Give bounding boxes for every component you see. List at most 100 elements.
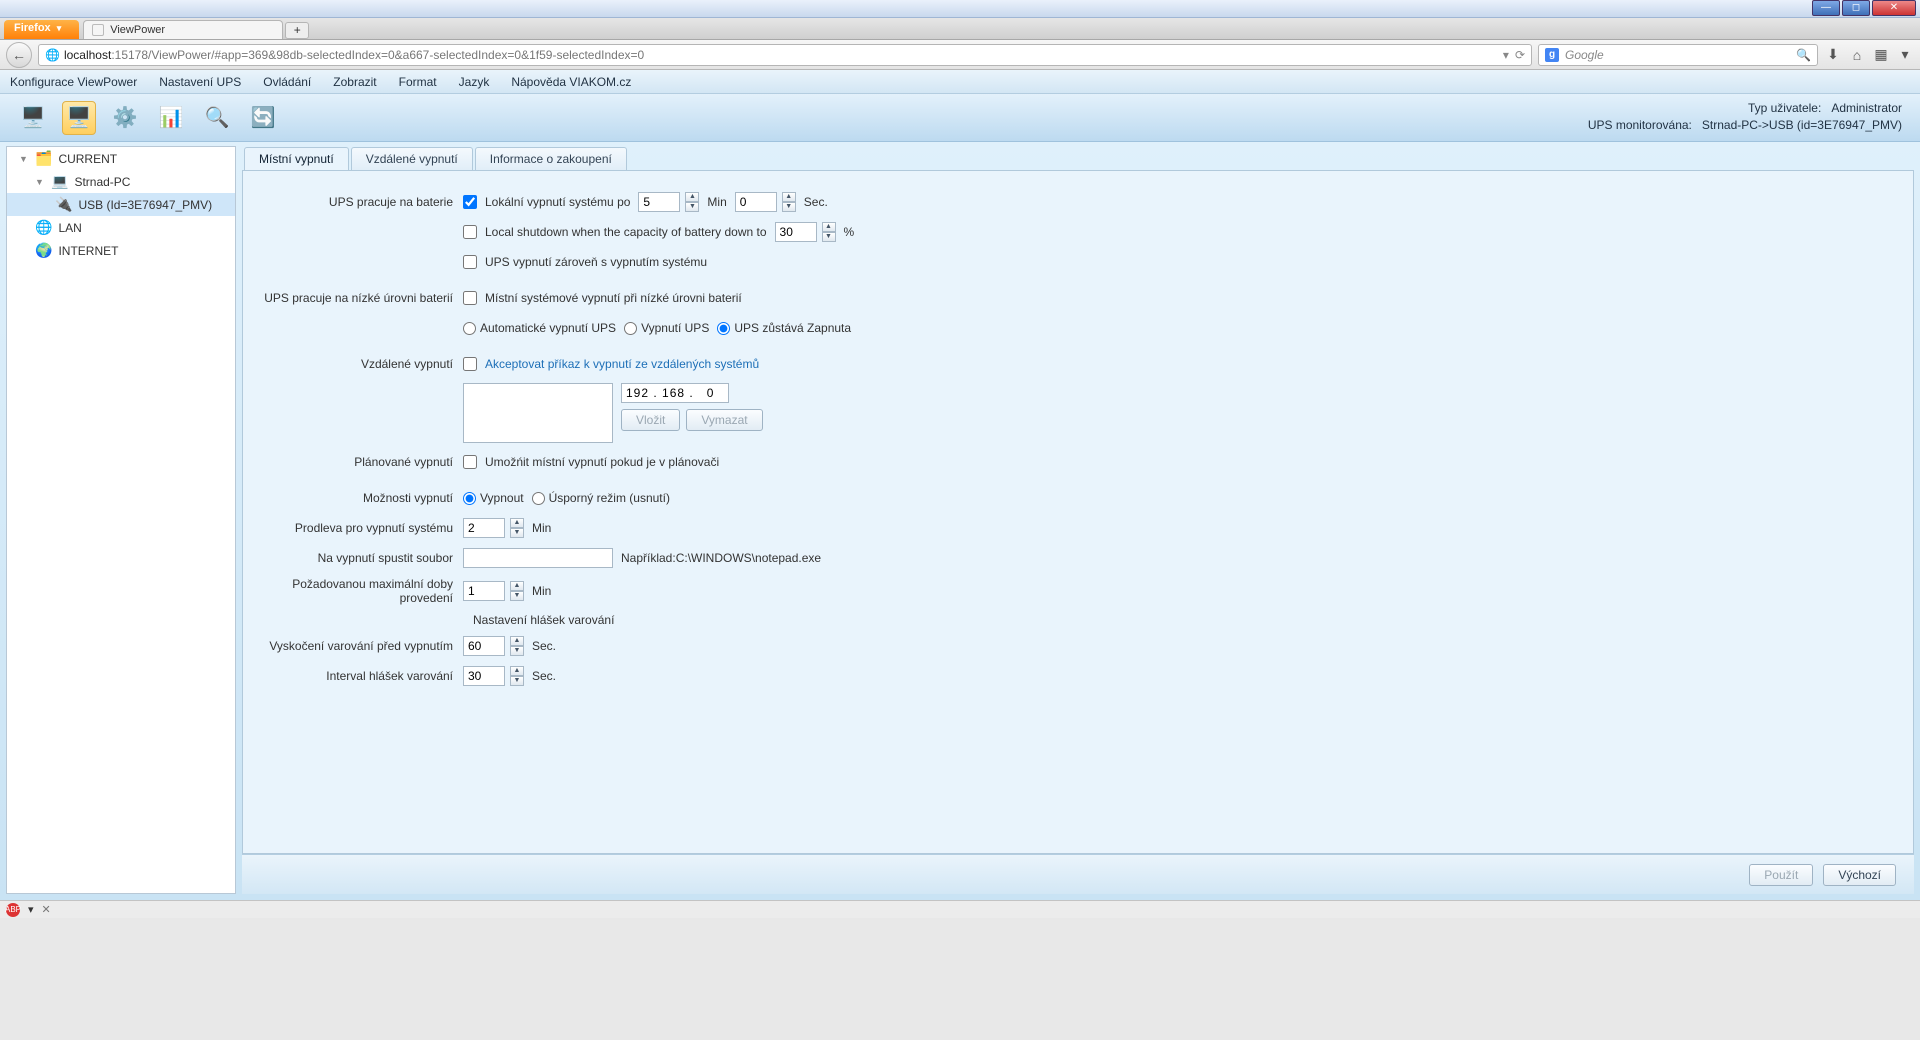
input-shutdown-sec[interactable] [735, 192, 777, 212]
tab-title: ViewPower [110, 24, 165, 36]
adblock-icon[interactable]: ABP [6, 903, 20, 917]
tab-local-shutdown[interactable]: Místní vypnutí [244, 147, 349, 170]
apply-button[interactable]: Použít [1749, 864, 1813, 886]
menu-language[interactable]: Jazyk [459, 75, 490, 89]
chk-ups-shutdown-with-system[interactable] [463, 255, 477, 269]
unit-min: Min [707, 195, 726, 209]
input-warn-interval[interactable] [463, 666, 505, 686]
toolbar-chart-icon[interactable]: 📊 [154, 101, 188, 135]
tree-device[interactable]: 🔌 USB (Id=3E76947_PMV) [7, 193, 235, 216]
spinner-min[interactable]: ▲▼ [685, 192, 699, 212]
toolbar-device-icon[interactable]: 🖥️ [62, 101, 96, 135]
toolbar-monitor-icon[interactable]: 🖥️ [16, 101, 50, 135]
spinner-warn-interval[interactable]: ▲▼ [510, 666, 524, 686]
tree-internet[interactable]: 🌍 INTERNET [7, 239, 235, 262]
window-minimize-button[interactable]: — [1812, 0, 1840, 16]
folder-icon: 🗂️ [35, 150, 52, 167]
new-tab-button[interactable]: + [285, 22, 309, 39]
firefox-menu-button[interactable]: Firefox [4, 20, 79, 39]
input-exec-path[interactable] [463, 548, 613, 568]
menu-ups-settings[interactable]: Nastavení UPS [159, 75, 241, 89]
spinner-capacity[interactable]: ▲▼ [822, 222, 836, 242]
radio-ups-off[interactable]: Vypnutí UPS [624, 321, 709, 335]
user-type-value: Administrator [1831, 101, 1902, 115]
input-shutdown-delay[interactable] [463, 518, 505, 538]
chk-planned-shutdown[interactable] [463, 455, 477, 469]
btn-insert-ip[interactable]: Vložit [621, 409, 680, 431]
statusbar-close-icon[interactable]: ✕ [42, 903, 51, 916]
label-remote-shutdown: Vzdálené vypnutí [263, 357, 463, 371]
btn-delete-ip[interactable]: Vymazat [686, 409, 762, 431]
tree-lan[interactable]: 🌐 LAN [7, 216, 235, 239]
tree-root[interactable]: ▼ 🗂️ CURRENT [7, 147, 235, 170]
toolbar-refresh-icon[interactable]: 🔄 [246, 101, 280, 135]
menu-config[interactable]: Konfigurace ViewPower [10, 75, 137, 89]
default-button[interactable]: Výchozí [1823, 864, 1896, 886]
browser-tab[interactable]: ViewPower [83, 20, 283, 39]
chk-local-shutdown-after[interactable] [463, 195, 477, 209]
ups-monitor-value: Strnad-PC->USB (id=3E76947_PMV) [1702, 118, 1902, 132]
spinner-delay[interactable]: ▲▼ [510, 518, 524, 538]
input-max-time[interactable] [463, 581, 505, 601]
search-bar[interactable]: g Google 🔍 [1538, 44, 1818, 66]
label-low-battery-shutdown: Místní systémové vypnutí při nízké úrovn… [485, 291, 742, 305]
spinner-maxtime[interactable]: ▲▼ [510, 581, 524, 601]
spinner-sec[interactable]: ▲▼ [782, 192, 796, 212]
content-tabstrip: Místní vypnutí Vzdálené vypnutí Informac… [242, 146, 1914, 170]
radio-ups-stay-on[interactable]: UPS zůstává Zapnuta [717, 321, 851, 335]
tree-internet-label: INTERNET [58, 244, 118, 258]
tree-host[interactable]: ▼ 💻 Strnad-PC [7, 170, 235, 193]
tree-device-label: USB (Id=3E76947_PMV) [78, 198, 212, 212]
chk-accept-remote[interactable] [463, 357, 477, 371]
google-icon: g [1545, 48, 1559, 62]
radio-opt-shutdown[interactable]: Vypnout [463, 491, 524, 505]
nav-back-button[interactable]: ← [6, 42, 32, 68]
radio-auto-shutdown[interactable]: Automatické vypnutí UPS [463, 321, 616, 335]
spinner-warn-before[interactable]: ▲▼ [510, 636, 524, 656]
tree-lan-label: LAN [58, 221, 81, 235]
input-ip-address[interactable] [621, 383, 729, 403]
toolbar-settings-icon[interactable]: ⚙️ [108, 101, 142, 135]
reload-icon[interactable]: ⟳ [1515, 48, 1525, 62]
tab-remote-shutdown[interactable]: Vzdálené vypnutí [351, 147, 473, 170]
chk-low-battery-shutdown[interactable] [463, 291, 477, 305]
textarea-ip-list[interactable] [463, 383, 613, 443]
browser-toolbar: ← 🌐 localhost:15178/ViewPower/#app=369&9… [0, 40, 1920, 70]
chk-capacity-shutdown[interactable] [463, 225, 477, 239]
window-close-button[interactable]: ✕ [1872, 0, 1916, 16]
lan-icon: 🌐 [35, 219, 52, 236]
tree-expand-icon[interactable]: ▼ [35, 177, 45, 187]
url-bar[interactable]: 🌐 localhost:15178/ViewPower/#app=369&98d… [38, 44, 1532, 66]
home-icon[interactable]: ⌂ [1848, 47, 1866, 63]
menu-control[interactable]: Ovládání [263, 75, 311, 89]
label-ups-on-battery: UPS pracuje na baterie [263, 195, 463, 209]
tree-expand-icon[interactable]: ▼ [19, 154, 29, 164]
menu-help[interactable]: Nápověda VIAKOM.cz [511, 75, 631, 89]
computer-icon: 💻 [51, 173, 68, 190]
adblock-caret-icon[interactable]: ▾ [28, 903, 34, 916]
content-bottom-bar: Použít Výchozí [242, 854, 1914, 894]
label-capacity-shutdown: Local shutdown when the capacity of batt… [485, 225, 767, 239]
input-capacity-pct[interactable] [775, 222, 817, 242]
label-accept-remote: Akceptovat příkaz k vypnutí ze vzdálenýc… [485, 357, 759, 371]
menu-format[interactable]: Format [399, 75, 437, 89]
content-area: Místní vypnutí Vzdálené vypnutí Informac… [242, 146, 1914, 894]
toolbar-search-icon[interactable]: 🔍 [200, 101, 234, 135]
app-toolbar: 🖥️ 🖥️ ⚙️ 📊 🔍 🔄 Typ uživatele:Administrat… [0, 94, 1920, 142]
menu-view[interactable]: Zobrazit [333, 75, 376, 89]
window-maximize-button[interactable]: ◻ [1842, 0, 1870, 16]
unit-warn-interval-sec: Sec. [532, 669, 556, 683]
input-warn-before[interactable] [463, 636, 505, 656]
label-shutdown-delay: Prodleva pro vypnutí systému [263, 521, 463, 535]
bookmarks-icon[interactable]: ▦ [1872, 46, 1890, 63]
downloads-icon[interactable]: ⬇ [1824, 46, 1842, 63]
label-local-shutdown-after: Lokální vypnutí systému po [485, 195, 630, 209]
tab-purchase-info[interactable]: Informace o zakoupení [475, 147, 627, 170]
feed-icon[interactable]: ▾ [1503, 48, 1509, 62]
radio-opt-sleep[interactable]: Úsporný režim (usnutí) [532, 491, 670, 505]
menu-caret-icon[interactable]: ▾ [1896, 46, 1914, 63]
app-menubar: Konfigurace ViewPower Nastavení UPS Ovlá… [0, 70, 1920, 94]
site-identity-icon: 🌐 [45, 48, 60, 62]
search-icon[interactable]: 🔍 [1796, 48, 1811, 62]
input-shutdown-min[interactable] [638, 192, 680, 212]
